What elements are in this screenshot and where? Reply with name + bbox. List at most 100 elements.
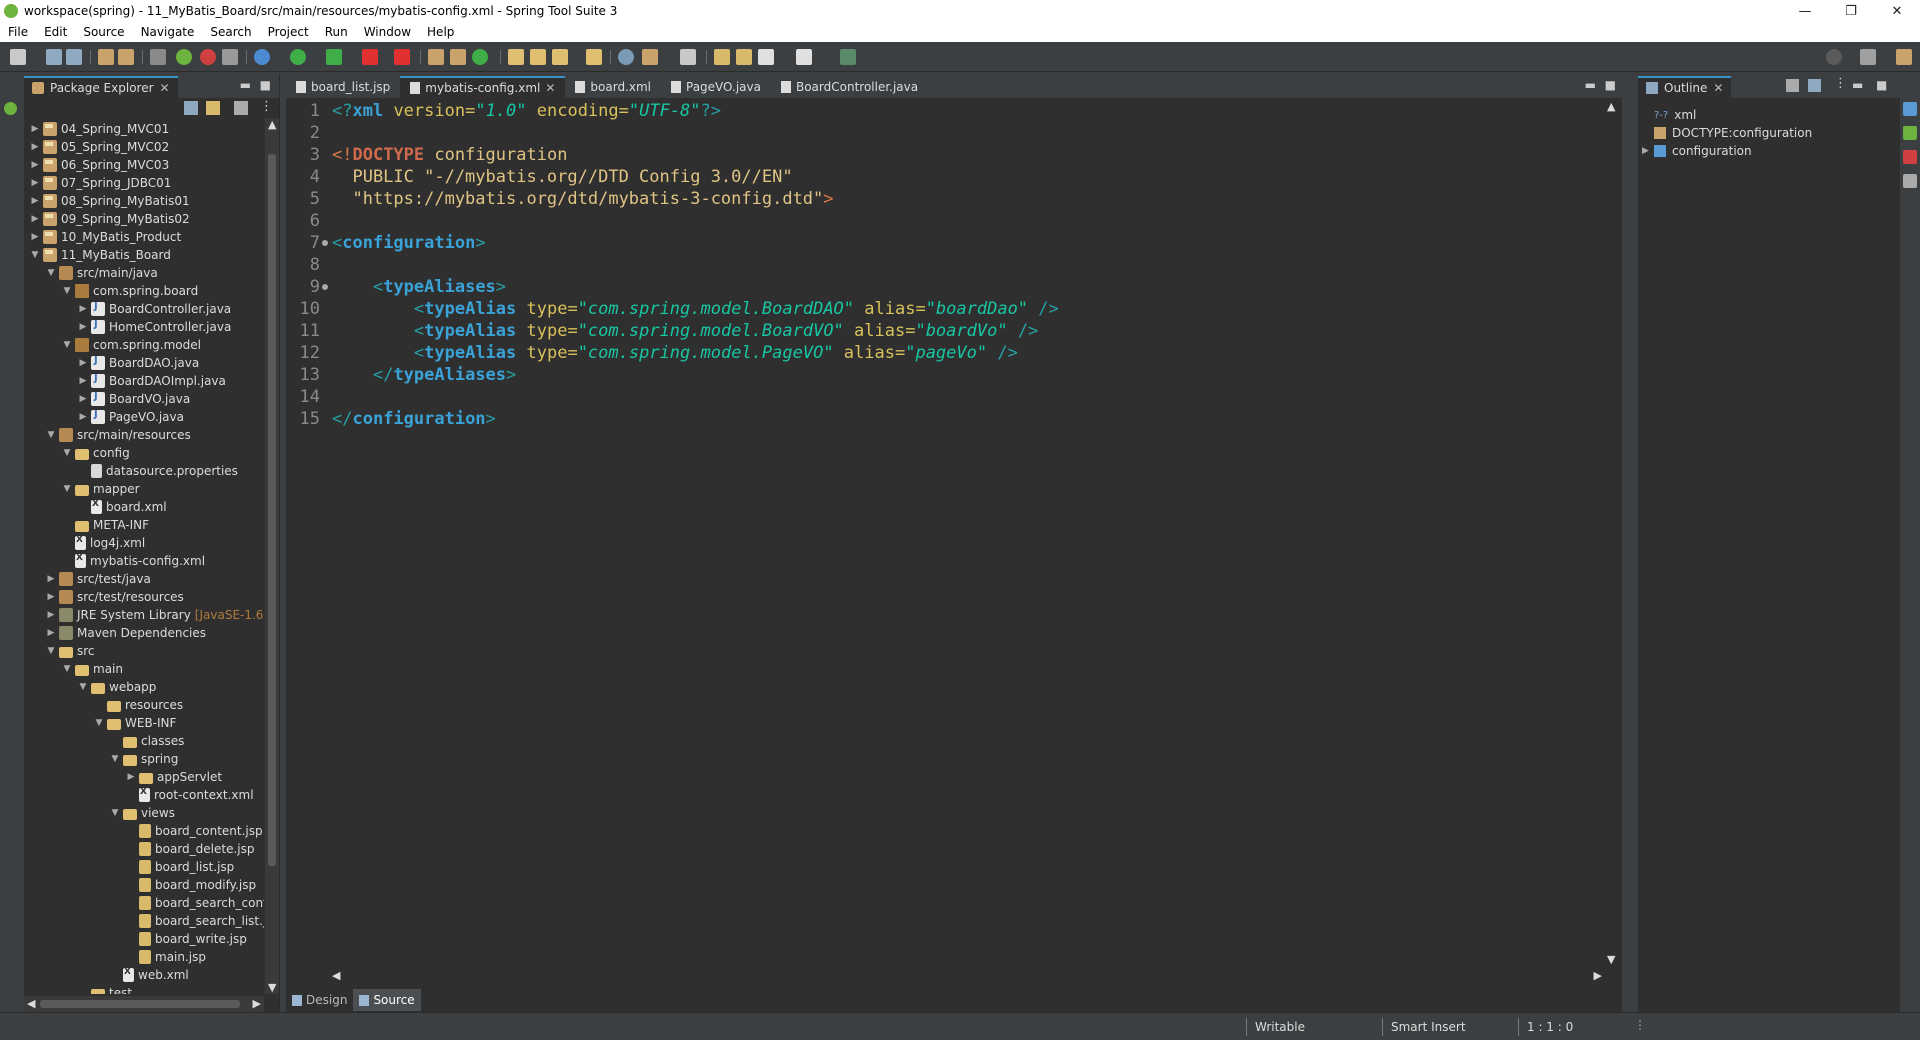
tree-item[interactable]: ▼ 11_MyBatis_Board	[24, 246, 171, 264]
expand-arrow-icon[interactable]: ▼	[110, 754, 120, 764]
new-icon[interactable]	[10, 49, 26, 65]
scroll-down-icon[interactable]: ▼	[268, 981, 276, 994]
tab-board-list-jsp[interactable]: board_list.jsp	[286, 76, 400, 98]
expand-arrow-icon[interactable]: ▼	[62, 484, 72, 494]
tree-item[interactable]: datasource.properties	[24, 462, 238, 480]
menu-project[interactable]: Project	[260, 25, 317, 39]
save-icon[interactable]	[46, 49, 62, 65]
expand-arrow-icon[interactable]: ▶	[78, 304, 88, 314]
tree-item[interactable]: ▶ 06_Spring_MVC03	[24, 156, 169, 174]
tab-board-xml[interactable]: board.xml	[565, 76, 661, 98]
focus-on-workset-icon[interactable]	[234, 101, 248, 115]
maximize-editor-icon[interactable]: ■	[1605, 78, 1616, 92]
expand-arrow-icon[interactable]: ▶	[30, 124, 40, 134]
search-icon[interactable]	[1826, 49, 1842, 65]
tree-item[interactable]: ▼ webapp	[24, 678, 157, 696]
new-class-icon[interactable]	[472, 49, 488, 65]
editor-horizontal-scrollbar[interactable]: ◀ ▶	[332, 968, 1602, 984]
tab-source[interactable]: Source	[353, 989, 421, 1011]
outline-item-configuration[interactable]: ▶ configuration	[1642, 142, 1752, 160]
restore-button[interactable]: ❐	[1828, 0, 1874, 22]
expand-arrow-icon[interactable]: ▶	[78, 322, 88, 332]
open-perspective-icon[interactable]	[1860, 49, 1876, 65]
forward-icon[interactable]	[796, 49, 812, 65]
open-folder-icon[interactable]	[508, 49, 524, 65]
new-package-icon[interactable]	[450, 49, 466, 65]
tree-item[interactable]: web.xml	[24, 966, 189, 984]
relaunch-icon[interactable]	[200, 49, 216, 65]
view-menu-icon[interactable]: ⋮	[260, 99, 273, 114]
open-resource-icon[interactable]	[118, 49, 134, 65]
back-icon[interactable]	[758, 49, 774, 65]
close-icon[interactable]: ✕	[545, 81, 555, 95]
tree-item[interactable]: board_delete.jsp	[24, 840, 254, 858]
tree-item[interactable]: ▶ 09_Spring_MyBatis02	[24, 210, 190, 228]
expand-arrow-icon[interactable]: ▶	[126, 772, 136, 782]
tree-item[interactable]: ▼ com.spring.model	[24, 336, 201, 354]
close-icon[interactable]: ✕	[160, 81, 170, 95]
minimize-editor-icon[interactable]: ▬	[1585, 78, 1596, 92]
expand-arrow-icon[interactable]: ▼	[62, 664, 72, 674]
minimize-button[interactable]: —	[1782, 0, 1828, 22]
open-task-icon[interactable]	[530, 49, 546, 65]
tree-item[interactable]: board_search_cont...	[24, 894, 264, 912]
tree-item[interactable]: ▶ PageVO.java	[24, 408, 184, 426]
tab-mybatis-config-xml[interactable]: mybatis-config.xml ✕	[400, 76, 566, 98]
tab-package-explorer[interactable]: Package Explorer ✕	[24, 76, 178, 98]
task-list-icon[interactable]	[1903, 102, 1917, 116]
tab-outline[interactable]: Outline ✕	[1638, 76, 1732, 98]
tree-item[interactable]: board_write.jsp	[24, 930, 247, 948]
expand-arrow-icon[interactable]: ▶	[1642, 146, 1654, 156]
expand-arrow-icon[interactable]: ▶	[30, 214, 40, 224]
package-explorer-vertical-scrollbar[interactable]: ▲ ▼	[265, 118, 279, 994]
tree-item[interactable]: ▶ HomeController.java	[24, 318, 231, 336]
tree-item[interactable]: board_list.jsp	[24, 858, 234, 876]
expand-arrow-icon[interactable]: ▶	[78, 376, 88, 386]
expand-arrow-icon[interactable]: ▶	[30, 160, 40, 170]
outline-item-doctype[interactable]: DOCTYPE:configuration	[1654, 124, 1812, 142]
boot-dashboard-icon[interactable]	[4, 102, 17, 115]
menu-file[interactable]: File	[0, 25, 36, 39]
tree-item[interactable]: ▼ config	[24, 444, 130, 462]
new-java-project-icon[interactable]	[428, 49, 444, 65]
expand-arrow-icon[interactable]: ▼	[62, 448, 72, 458]
tab-boardcontroller-java[interactable]: BoardController.java	[771, 76, 928, 98]
external-tools-icon[interactable]	[394, 49, 410, 65]
expand-arrow-icon[interactable]: ▶	[46, 592, 56, 602]
tree-item[interactable]: ▶ 05_Spring_MVC02	[24, 138, 169, 156]
expand-arrow-icon[interactable]: ▶	[30, 196, 40, 206]
stop-icon[interactable]	[362, 49, 378, 65]
editor-vertical-scrollbar[interactable]: ▲ ▼	[1602, 98, 1622, 968]
problems-icon[interactable]	[1903, 150, 1917, 164]
tree-item[interactable]: ▶ JRE System Library [JavaSE-1.6]	[24, 606, 264, 624]
scroll-left-icon[interactable]: ◀	[332, 969, 340, 982]
tree-item[interactable]: classes	[24, 732, 184, 750]
tree-item[interactable]: META-INF	[24, 516, 149, 534]
coverage-icon[interactable]	[326, 49, 342, 65]
tree-item[interactable]: ▶ appServlet	[24, 768, 223, 786]
tree-item[interactable]: ▶ 04_Spring_MVC01	[24, 120, 169, 138]
tree-item[interactable]: ▼ mapper	[24, 480, 140, 498]
web-browser-icon[interactable]	[618, 49, 634, 65]
tree-item[interactable]: mybatis-config.xml	[24, 552, 205, 570]
toggle-views-icon[interactable]	[840, 49, 856, 65]
menu-navigate[interactable]: Navigate	[133, 25, 203, 39]
menu-source[interactable]: Source	[75, 25, 132, 39]
scroll-up-icon[interactable]: ▲	[268, 118, 276, 131]
tree-item[interactable]: ▶ BoardController.java	[24, 300, 231, 318]
expand-arrow-icon[interactable]: ▼	[46, 646, 56, 656]
sort-icon[interactable]	[1786, 79, 1799, 92]
tree-item[interactable]: ▼ src/main/java	[24, 264, 158, 282]
tree-item[interactable]: ▶ 10_MyBatis_Product	[24, 228, 181, 246]
expand-arrow-icon[interactable]: ▶	[78, 412, 88, 422]
tree-item[interactable]: ▼ WEB-INF	[24, 714, 177, 732]
expand-arrow-icon[interactable]: ▶	[30, 142, 40, 152]
spring-boot-dashboard-icon[interactable]	[176, 49, 192, 65]
pin-editor-icon[interactable]	[642, 49, 658, 65]
save-all-icon[interactable]	[66, 49, 82, 65]
expand-arrow-icon[interactable]: ▶	[46, 628, 56, 638]
tree-item[interactable]: ▼ views	[24, 804, 175, 822]
view-menu-icon[interactable]: ⋮	[1834, 76, 1847, 91]
menu-help[interactable]: Help	[419, 25, 462, 39]
run-icon[interactable]	[290, 49, 306, 65]
